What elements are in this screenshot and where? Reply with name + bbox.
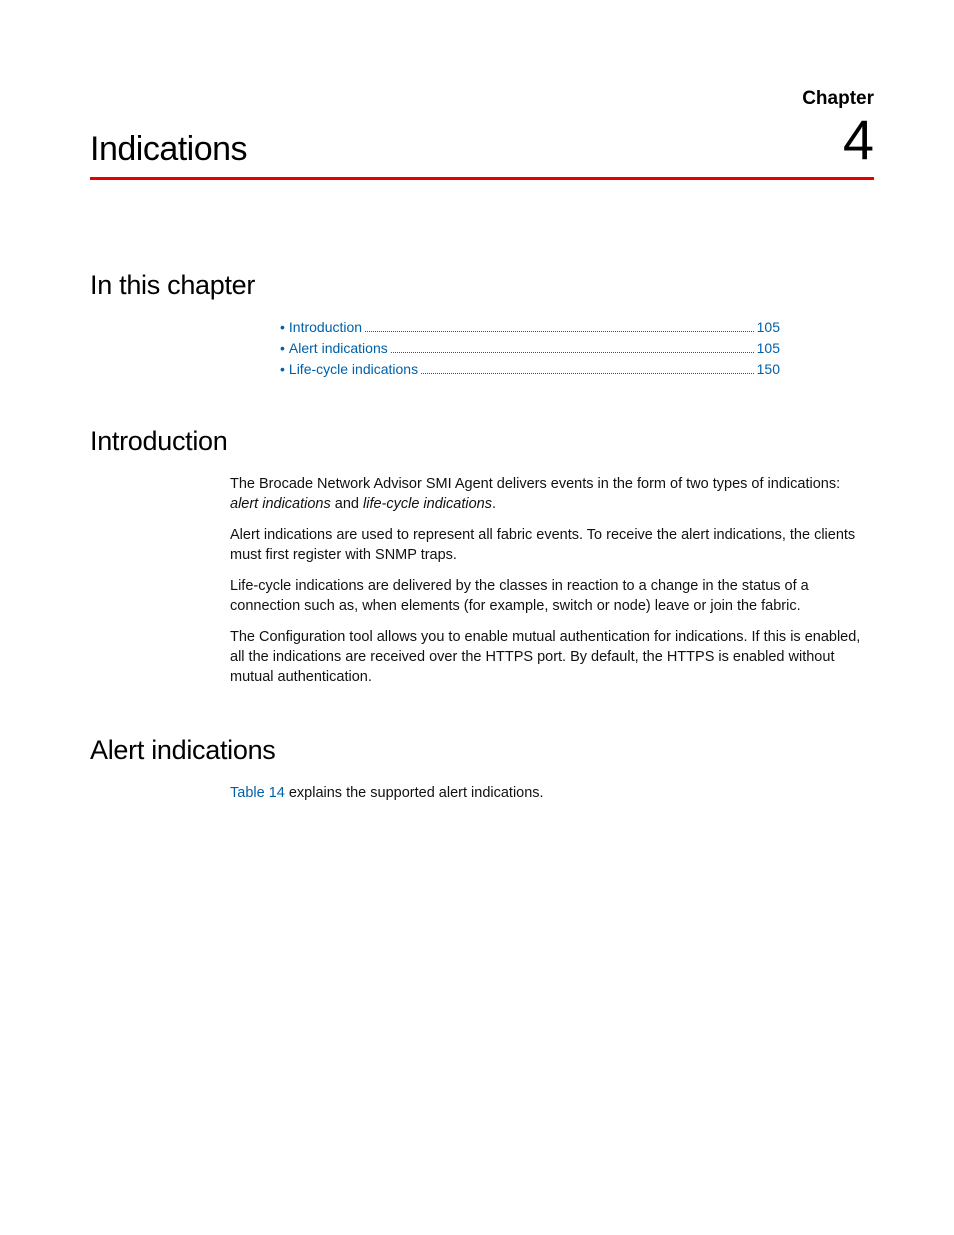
toc-item: • Alert indications 105 — [280, 340, 780, 357]
toc-link-life-cycle-indications[interactable]: Life-cycle indications — [289, 361, 418, 377]
text-italic: life-cycle indications — [363, 496, 492, 512]
paragraph: Table 14 explains the supported alert in… — [230, 784, 870, 804]
introduction-body: The Brocade Network Advisor SMI Agent de… — [230, 475, 870, 687]
section-alert-indications: Alert indications — [90, 735, 874, 766]
toc-leader — [391, 352, 754, 353]
toc-list: • Introduction 105 • Alert indications 1… — [280, 319, 780, 378]
paragraph: The Configuration tool allows you to ena… — [230, 628, 870, 687]
toc-item: • Life-cycle indications 150 — [280, 361, 780, 378]
bullet-icon: • — [280, 361, 285, 377]
chapter-label: Chapter — [802, 88, 874, 110]
text: The Brocade Network Advisor SMI Agent de… — [230, 476, 840, 492]
toc-page-alert-indications[interactable]: 105 — [757, 340, 780, 356]
toc-leader — [421, 373, 754, 374]
chapter-title: Indications — [90, 130, 874, 169]
text-italic: alert indications — [230, 496, 331, 512]
text: and — [331, 496, 363, 512]
chapter-number: 4 — [843, 112, 874, 168]
alert-body: Table 14 explains the supported alert in… — [230, 784, 870, 804]
paragraph: Alert indications are used to represent … — [230, 526, 870, 565]
text: explains the supported alert indications… — [285, 785, 544, 801]
page: Chapter 4 Indications In this chapter • … — [0, 0, 954, 1235]
toc-link-alert-indications[interactable]: Alert indications — [289, 340, 388, 356]
section-in-this-chapter: In this chapter — [90, 270, 874, 301]
paragraph: The Brocade Network Advisor SMI Agent de… — [230, 475, 870, 514]
bullet-icon: • — [280, 319, 285, 335]
toc-link-introduction[interactable]: Introduction — [289, 319, 362, 335]
title-rule — [90, 177, 874, 180]
toc-page-introduction[interactable]: 105 — [757, 319, 780, 335]
section-introduction: Introduction — [90, 426, 874, 457]
paragraph: Life-cycle indications are delivered by … — [230, 577, 870, 616]
text: . — [492, 496, 496, 512]
toc-item: • Introduction 105 — [280, 319, 780, 336]
toc-leader — [365, 331, 754, 332]
bullet-icon: • — [280, 340, 285, 356]
toc-page-life-cycle-indications[interactable]: 150 — [757, 361, 780, 377]
xref-table-14[interactable]: Table 14 — [230, 785, 285, 801]
